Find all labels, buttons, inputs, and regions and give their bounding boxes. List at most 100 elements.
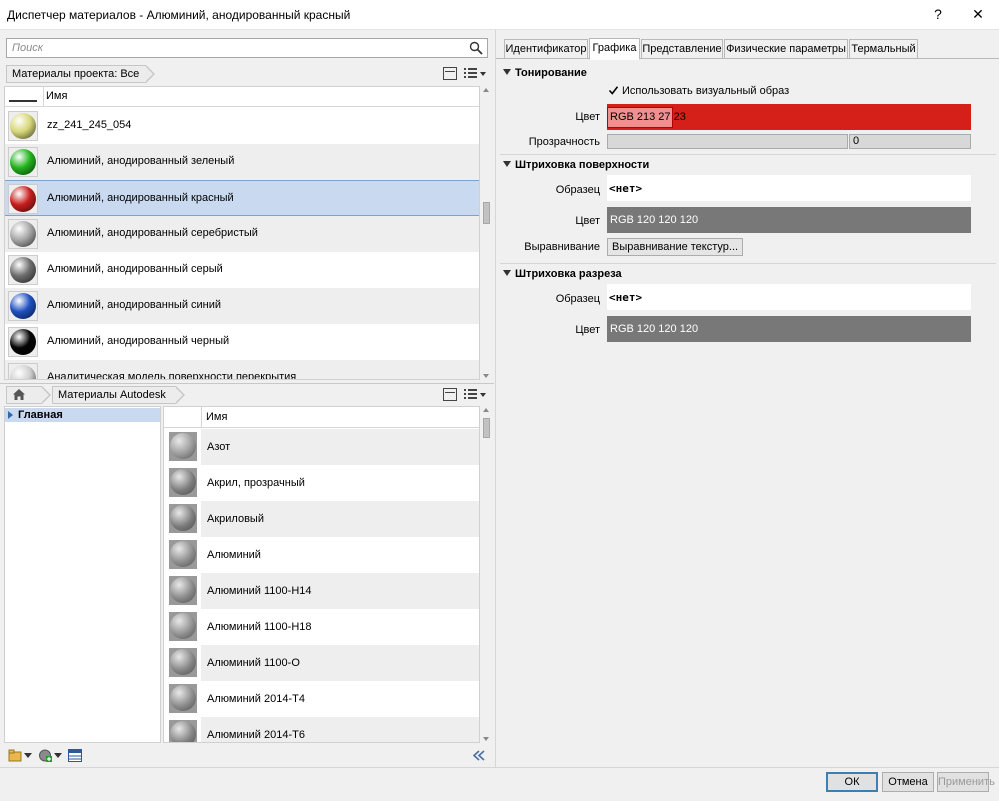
cut-pattern-label: Образец xyxy=(555,293,600,305)
section-cut-pattern[interactable]: Штриховка разреза xyxy=(503,268,622,280)
search-placeholder: Поиск xyxy=(12,42,43,54)
cancel-button[interactable]: Отмена xyxy=(882,772,934,792)
material-sphere-icon xyxy=(170,433,196,459)
name-column-header[interactable]: Имя xyxy=(201,407,227,428)
panel-toggle-icon[interactable] xyxy=(443,67,457,80)
tab-identity[interactable]: Идентификатор xyxy=(504,39,588,59)
tab-appearance[interactable]: Представление xyxy=(641,39,723,59)
list-item[interactable]: Алюминий, анодированный черный xyxy=(5,324,479,360)
list-item[interactable]: Алюминий 2014-T4 xyxy=(164,681,479,717)
list-item[interactable]: Алюминий, анодированный синий xyxy=(5,288,479,324)
material-sphere-icon xyxy=(170,721,196,742)
name-column-header[interactable]: Имя xyxy=(43,87,67,107)
search-input[interactable]: Поиск xyxy=(6,38,488,58)
dialog-footer: ОК Отмена Применить xyxy=(0,767,999,801)
material-thumbnail xyxy=(8,147,38,177)
close-button[interactable]: ✕ xyxy=(961,0,995,30)
project-materials-bar: Материалы проекта: Все xyxy=(0,63,494,93)
list-item[interactable]: Алюминий, анодированный красный xyxy=(5,180,479,216)
chevron-down-icon[interactable] xyxy=(54,753,62,758)
use-render-checkbox[interactable] xyxy=(608,85,619,96)
transparency-slider[interactable] xyxy=(607,134,848,149)
list-item[interactable]: Алюминий 1100-H14 xyxy=(164,573,479,609)
material-thumbnail xyxy=(8,219,38,249)
material-thumbnail xyxy=(8,363,38,379)
apply-button[interactable]: Применить xyxy=(937,772,995,792)
material-thumbnail xyxy=(169,648,197,677)
thumbnail-cell xyxy=(164,573,201,609)
list-item[interactable]: Алюминий, анодированный зеленый xyxy=(5,144,479,180)
cut-pattern-field[interactable]: <нет> xyxy=(607,284,971,310)
library-bar: Материалы Autodesk xyxy=(0,384,494,414)
material-sphere-icon xyxy=(10,186,36,212)
properties-panel: Идентификатор Графика Представление Физи… xyxy=(495,30,999,767)
list-item[interactable]: Алюминий 1100-O xyxy=(164,645,479,681)
material-thumbnail xyxy=(8,327,38,357)
project-materials-filter[interactable]: Материалы проекта: Все xyxy=(6,65,155,93)
list-item[interactable]: Алюминий, анодированный серебристый xyxy=(5,216,479,252)
tab-physical[interactable]: Физические параметры xyxy=(724,39,848,59)
help-button[interactable]: ? xyxy=(921,0,955,30)
tree-item-home[interactable]: Главная xyxy=(5,408,160,422)
list-view-icon[interactable] xyxy=(464,388,486,401)
asset-browser-icon[interactable] xyxy=(68,749,82,762)
material-thumbnail xyxy=(8,255,38,285)
project-list-scrollbar[interactable] xyxy=(481,86,492,380)
material-sphere-icon xyxy=(10,149,36,175)
thumbnail-cell xyxy=(164,609,201,645)
material-sphere-icon xyxy=(170,541,196,567)
material-sphere-icon xyxy=(10,113,36,139)
tab-graphics[interactable]: Графика xyxy=(589,38,640,60)
list-item[interactable]: zz_241_245_054 xyxy=(5,108,479,144)
surface-color-value: RGB 120 120 120 xyxy=(610,214,699,226)
material-name: Акрил, прозрачный xyxy=(207,477,305,489)
material-name: Алюминий, анодированный серебристый xyxy=(47,227,258,239)
collapse-icon[interactable] xyxy=(503,270,511,276)
list-view-icon[interactable] xyxy=(464,67,486,80)
material-name: Алюминий, анодированный черный xyxy=(47,335,230,347)
library-filter[interactable]: Материалы Autodesk xyxy=(52,386,185,414)
shading-color-swatch[interactable]: RGB 213 27 23 xyxy=(607,104,971,130)
list-item[interactable]: Акрил, прозрачный xyxy=(164,465,479,501)
chevron-down-icon[interactable] xyxy=(24,753,32,758)
section-shading[interactable]: Тонирование xyxy=(503,67,587,79)
library-filter-label: Материалы Autodesk xyxy=(58,389,166,401)
search-icon[interactable] xyxy=(469,41,483,55)
expand-icon[interactable] xyxy=(8,411,13,419)
list-item[interactable]: Алюминий, анодированный серый xyxy=(5,252,479,288)
create-material-icon[interactable] xyxy=(38,749,52,762)
material-sphere-icon xyxy=(10,221,36,247)
library-folder-icon[interactable] xyxy=(8,749,22,762)
panel-toggle-icon[interactable] xyxy=(443,388,457,401)
surface-color-swatch[interactable]: RGB 120 120 120 xyxy=(607,207,971,233)
list-item[interactable]: Алюминий 1100-H18 xyxy=(164,609,479,645)
surface-color-label: Цвет xyxy=(575,215,600,227)
surface-pattern-field[interactable]: <нет> xyxy=(607,175,971,201)
library-list-scrollbar[interactable] xyxy=(481,406,492,743)
tab-thermal[interactable]: Термальный xyxy=(849,39,918,59)
list-item[interactable]: Алюминий xyxy=(164,537,479,573)
thumbnail-cell xyxy=(164,501,201,537)
collapse-icon[interactable] xyxy=(503,161,511,167)
list-item[interactable]: Алюминий 2014-T6 xyxy=(164,717,479,742)
ok-button[interactable]: ОК xyxy=(826,772,878,792)
section-surface-pattern[interactable]: Штриховка поверхности xyxy=(503,159,649,171)
material-name: Алюминий, анодированный синий xyxy=(47,299,222,311)
material-name: Алюминий xyxy=(207,549,261,561)
thumbnail-cell xyxy=(164,681,201,717)
material-name: Акриловый xyxy=(207,513,264,525)
library-home[interactable] xyxy=(6,386,51,404)
list-item[interactable]: Акриловый xyxy=(164,501,479,537)
collapse-icon[interactable] xyxy=(503,69,511,75)
list-item[interactable]: Азот xyxy=(164,429,479,465)
cut-color-swatch[interactable]: RGB 120 120 120 xyxy=(607,316,971,342)
library-list-header: Имя xyxy=(164,407,479,428)
library-materials-list: Имя Азот Акрил, прозрачный Акриловый Алюмин… xyxy=(163,406,480,743)
list-item[interactable]: Аналитическая модель поверхности перекры… xyxy=(5,360,479,379)
texture-alignment-button[interactable]: Выравнивание текстур... xyxy=(607,238,744,256)
transparency-label: Прозрачность xyxy=(528,136,600,148)
transparency-input[interactable]: 0 xyxy=(849,134,971,149)
collapse-panel-icon[interactable] xyxy=(472,749,486,762)
thumbnail-cell xyxy=(164,537,201,573)
material-thumbnail xyxy=(8,111,38,141)
